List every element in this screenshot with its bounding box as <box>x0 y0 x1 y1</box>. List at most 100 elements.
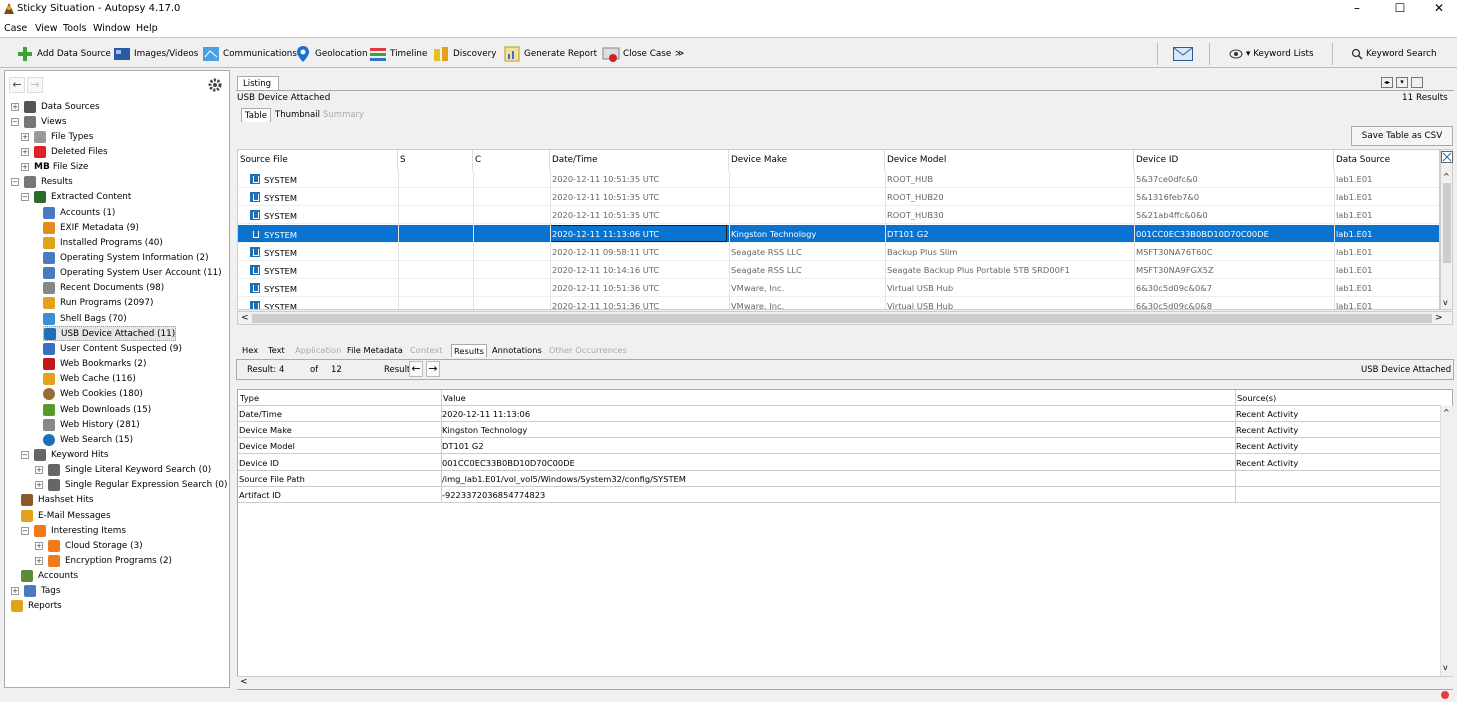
tab-results[interactable]: Results <box>451 344 487 357</box>
table-horizontal-scrollbar[interactable]: < > <box>237 311 1453 325</box>
table-row[interactable]: SYSTEM 2020-12-11 10:51:35 UTC ROOT_HUB20 5… <box>238 188 1439 207</box>
notification-icon[interactable] <box>1440 690 1450 700</box>
expand-icon[interactable]: + <box>35 557 43 565</box>
tree-item[interactable]: + MB File Size <box>21 160 88 175</box>
tab-file-metadata[interactable]: File Metadata <box>345 344 405 357</box>
close-window-button[interactable]: ✕ <box>1424 0 1454 19</box>
tree-item[interactable]: − Results <box>11 175 73 190</box>
tree-item[interactable]: Operating System Information (2) <box>43 251 209 266</box>
tree-item[interactable]: + Tags <box>11 584 60 599</box>
gear-icon[interactable] <box>208 78 222 92</box>
tree-item[interactable]: − Extracted Content <box>21 190 131 205</box>
collapse-icon[interactable]: − <box>21 526 29 535</box>
column-chooser-icon[interactable] <box>1441 151 1453 163</box>
details-row[interactable]: Date/Time 2020-12-11 11:13:06 Recent Activ… <box>238 406 1441 422</box>
details-row[interactable]: Artifact ID -9223372036854774823 <box>238 487 1441 503</box>
column-header[interactable]: Device ID <box>1134 150 1334 170</box>
scroll-right-icon[interactable]: > <box>1435 313 1443 323</box>
tree-item[interactable]: Web History (281) <box>43 417 140 432</box>
tab-annotations[interactable]: Annotations <box>490 344 544 357</box>
save-table-csv-button[interactable]: Save Table as CSV <box>1351 126 1453 146</box>
add-data-source-button[interactable]: Add Data Source <box>16 44 111 64</box>
tree-item[interactable]: − Keyword Hits <box>21 447 108 462</box>
communications-button[interactable]: Communications <box>202 44 297 64</box>
table-row[interactable]: SYSTEM 2020-12-11 10:51:35 UTC ROOT_HUB 5&3… <box>238 170 1439 188</box>
tree-item[interactable]: Accounts (1) <box>43 205 115 220</box>
tree-item[interactable]: Shell Bags (70) <box>43 311 127 326</box>
forward-arrow-icon[interactable]: → <box>27 77 43 93</box>
scroll-down-icon[interactable]: v <box>1443 298 1448 307</box>
menu-view[interactable]: View <box>35 23 58 34</box>
generate-report-button[interactable]: Generate Report <box>503 44 597 64</box>
collapse-icon[interactable]: − <box>11 117 19 126</box>
expand-icon[interactable]: + <box>21 163 29 172</box>
tree-item[interactable]: Accounts <box>21 569 78 584</box>
table-row[interactable]: SYSTEM 2020-12-11 10:51:36 UTC VMware, Inc… <box>238 297 1439 309</box>
details-row[interactable]: Device ID 001CC0EC33B0BD10D70C00DE Recent … <box>238 455 1441 471</box>
tab-summary[interactable]: Summary <box>320 108 367 122</box>
tree-item[interactable]: Recent Documents (98) <box>43 281 164 296</box>
tab-thumbnail[interactable]: Thumbnail <box>272 108 323 122</box>
tree-item[interactable]: + Data Sources <box>11 99 100 114</box>
tree-item[interactable]: Reports <box>11 599 62 614</box>
hscroll-thumb[interactable] <box>252 314 1432 323</box>
details-row[interactable]: Device Make Kingston Technology Recent Act… <box>238 422 1441 439</box>
tree-item[interactable]: EXIF Metadata (9) <box>43 220 139 235</box>
menu-window[interactable]: Window <box>93 23 130 34</box>
minimize-button[interactable]: – <box>1342 0 1372 19</box>
column-header[interactable]: S <box>398 150 473 170</box>
collapse-icon[interactable]: − <box>21 193 29 202</box>
scroll-up-icon[interactable]: ^ <box>1443 172 1450 181</box>
keyword-search-button[interactable]: Keyword Search <box>1351 44 1437 64</box>
tab-table[interactable]: Table <box>241 108 271 122</box>
tab-hex[interactable]: Hex <box>240 344 260 357</box>
tree-item[interactable]: Web Downloads (15) <box>43 402 151 417</box>
column-header[interactable]: Value <box>443 393 466 403</box>
column-header[interactable]: Device Model <box>885 150 1134 170</box>
tree-item[interactable]: Installed Programs (40) <box>43 235 163 250</box>
column-header[interactable]: Date/Time <box>550 150 729 170</box>
images-videos-button[interactable]: Images/Videos <box>113 44 198 64</box>
tree-item[interactable]: User Content Suspected (9) <box>43 341 182 356</box>
menu-help[interactable]: Help <box>136 23 158 34</box>
table-vertical-scrollbar[interactable]: ^ v <box>1440 149 1453 310</box>
previous-result-icon[interactable]: ← <box>409 361 423 377</box>
scroll-up-icon[interactable]: ^ <box>1443 408 1450 417</box>
tree-item[interactable]: Hashset Hits <box>21 493 94 508</box>
table-row[interactable]: SYSTEM 2020-12-11 11:13:06 UTC Kingston Te… <box>238 224 1439 243</box>
table-row[interactable]: SYSTEM 2020-12-11 09:58:11 UTC Seagate RSS… <box>238 243 1439 261</box>
tab-application[interactable]: Application <box>293 344 343 357</box>
tree-item[interactable]: Web Cache (116) <box>43 372 136 387</box>
column-header[interactable]: Type <box>240 393 259 403</box>
collapse-icon[interactable]: − <box>21 450 29 459</box>
column-header[interactable]: C <box>473 150 550 170</box>
tree-item[interactable]: + Encryption Programs (2) <box>35 554 172 569</box>
tree-item[interactable]: + File Types <box>21 129 93 144</box>
tab-list-icon[interactable]: ▾ <box>1396 77 1408 88</box>
scroll-thumb[interactable] <box>1443 183 1451 263</box>
scroll-left-icon[interactable]: < <box>241 313 249 323</box>
tree-item[interactable]: E-Mail Messages <box>21 508 111 523</box>
back-arrow-icon[interactable]: ← <box>9 77 25 93</box>
expand-icon[interactable]: + <box>35 466 43 475</box>
tab-scroll-icon[interactable]: ◂▸ <box>1381 77 1393 88</box>
tree-item[interactable]: Operating System User Account (11) <box>43 266 222 281</box>
expand-icon[interactable]: + <box>11 587 19 596</box>
close-case-button[interactable]: Close Case <box>602 44 671 64</box>
discovery-button[interactable]: Discovery <box>432 44 496 64</box>
tree-item[interactable]: + Single Literal Keyword Search (0) <box>35 463 211 478</box>
tree-item[interactable]: + Single Regular Expression Search (0) <box>35 478 227 493</box>
tree-item[interactable]: Web Bookmarks (2) <box>43 357 146 372</box>
table-row[interactable]: SYSTEM 2020-12-11 10:14:16 UTC Seagate RSS… <box>238 261 1439 279</box>
tree-item[interactable]: Run Programs (2097) <box>43 296 153 311</box>
details-row[interactable]: Source File Path/img_lab1.E01/vol_vol5/W… <box>238 471 1441 487</box>
table-row[interactable]: SYSTEM 2020-12-11 10:51:35 UTC ROOT_HUB30 5… <box>238 206 1439 225</box>
tree-item[interactable]: − Interesting Items <box>21 523 126 538</box>
timeline-button[interactable]: Timeline <box>369 44 427 64</box>
tab-context[interactable]: Context <box>408 344 445 357</box>
tab-other-occurrences[interactable]: Other Occurrences <box>547 344 629 357</box>
column-header[interactable]: Device Make <box>729 150 885 170</box>
tree-item[interactable]: USB Device Attached (11) <box>43 326 177 342</box>
menu-tools[interactable]: Tools <box>63 23 86 34</box>
tree-item[interactable]: − Views <box>11 114 66 129</box>
